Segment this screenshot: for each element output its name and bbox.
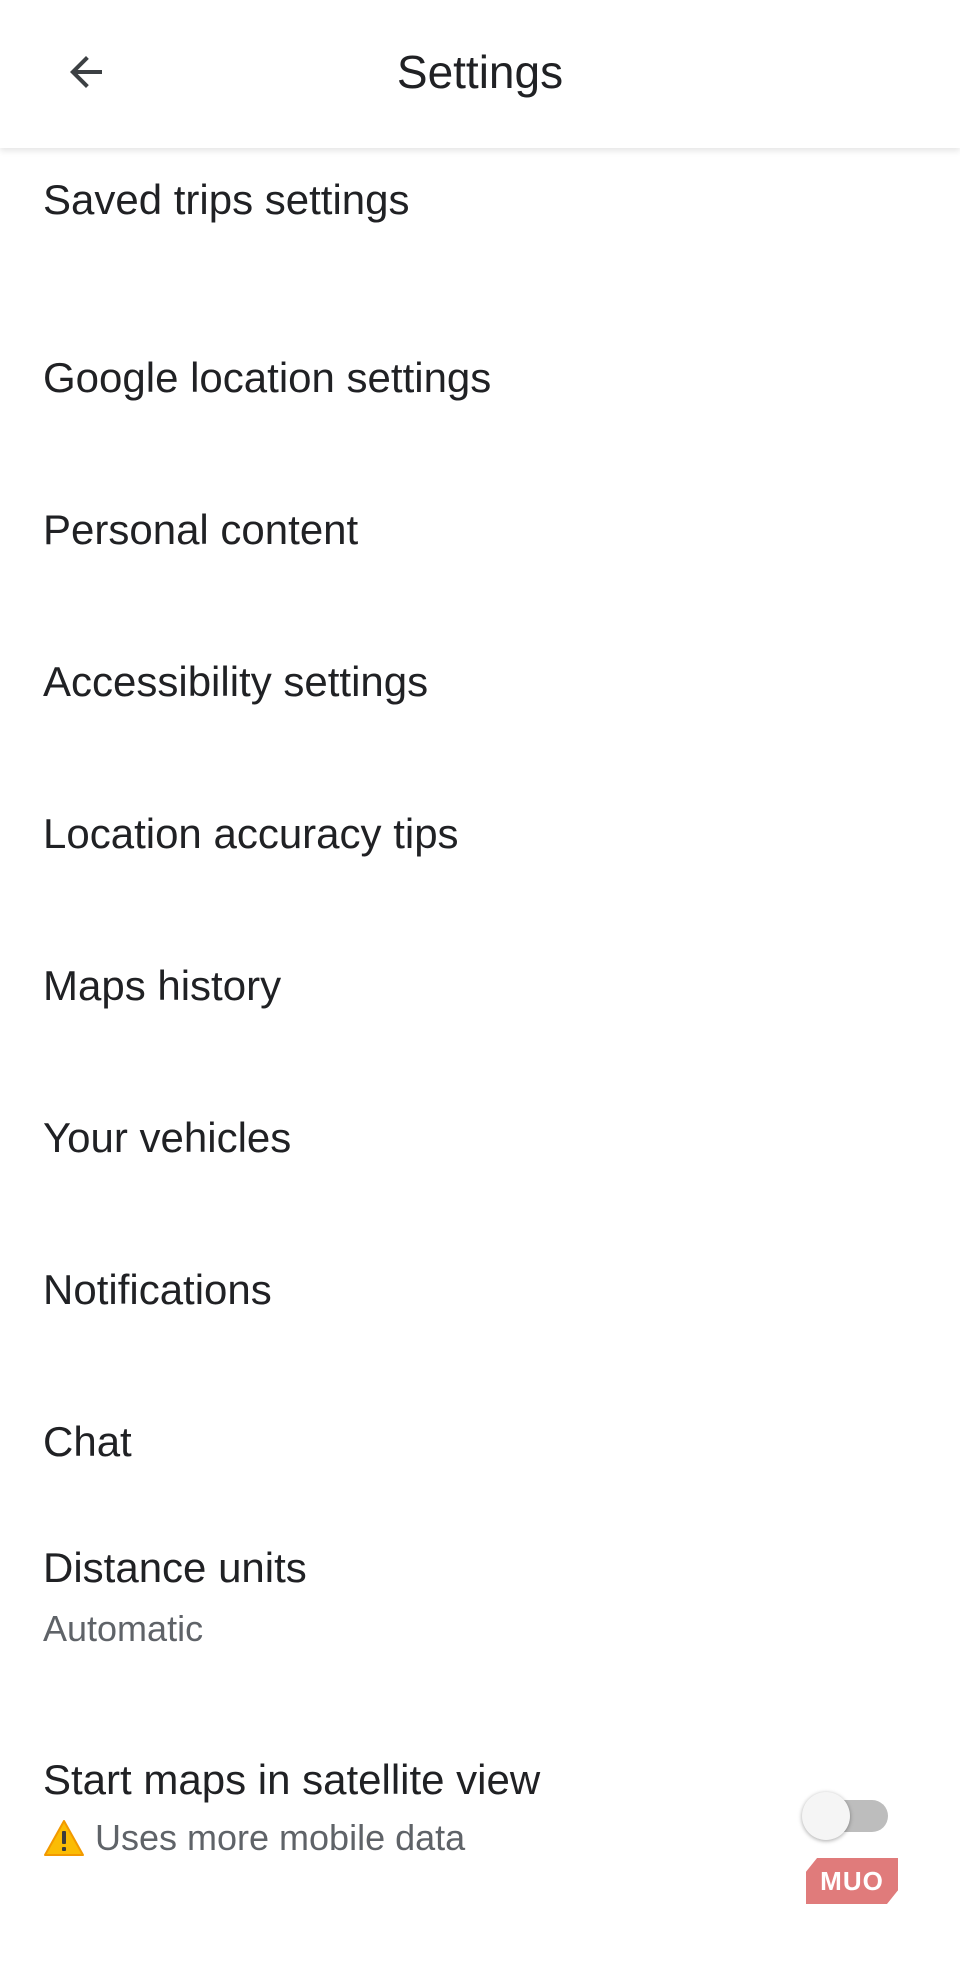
settings-item-label: Location accuracy tips	[43, 810, 459, 857]
settings-item-label: Maps history	[43, 962, 282, 1009]
settings-item-personal-content[interactable]: Personal content	[0, 452, 960, 604]
settings-item-chat[interactable]: Chat	[0, 1364, 960, 1516]
settings-item-maps-history[interactable]: Maps history	[0, 908, 960, 1060]
page-title: Settings	[396, 46, 564, 98]
settings-item-google-location[interactable]: Google location settings	[0, 300, 960, 452]
settings-item-label: Accessibility settings	[43, 658, 429, 705]
warning-icon	[44, 1820, 84, 1856]
satellite-view-warning: Uses more mobile data	[43, 1815, 465, 1861]
settings-item-saved-trips[interactable]: Saved trips settings	[0, 148, 960, 300]
settings-item-label: Personal content	[43, 506, 359, 553]
app-bar: Settings	[0, 0, 960, 148]
settings-item-label: Notifications	[43, 1266, 272, 1313]
satellite-view-warning-text: Uses more mobile data	[95, 1817, 466, 1858]
satellite-view-label: Start maps in satellite view	[43, 1756, 541, 1803]
settings-item-label: Chat	[43, 1418, 132, 1465]
watermark-logo: MUO	[806, 1858, 898, 1904]
settings-item-label: Saved trips settings	[43, 176, 410, 223]
toggle-thumb	[802, 1792, 850, 1840]
settings-item-distance-units[interactable]: Distance units Automatic	[0, 1516, 960, 1716]
settings-item-location-accuracy-tips[interactable]: Location accuracy tips	[0, 756, 960, 908]
settings-item-accessibility[interactable]: Accessibility settings	[0, 604, 960, 756]
settings-list: Saved trips settings Google location set…	[0, 148, 960, 1716]
settings-item-label: Your vehicles	[43, 1114, 292, 1161]
settings-item-your-vehicles[interactable]: Your vehicles	[0, 1060, 960, 1212]
settings-item-satellite-view[interactable]: Start maps in satellite view Uses more m…	[0, 1720, 960, 1880]
satellite-view-toggle[interactable]	[802, 1790, 888, 1840]
settings-item-label: Google location settings	[43, 354, 492, 401]
distance-units-value: Automatic	[43, 1608, 204, 1649]
distance-units-label: Distance units	[43, 1544, 307, 1591]
settings-item-notifications[interactable]: Notifications	[0, 1212, 960, 1364]
